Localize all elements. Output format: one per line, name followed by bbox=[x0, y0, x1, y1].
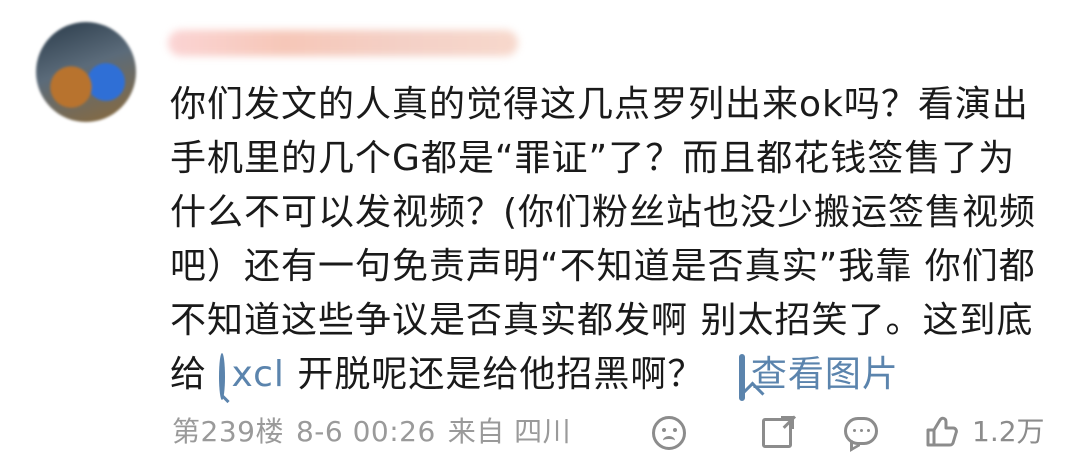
image-icon bbox=[738, 354, 745, 401]
comment-footer: 第239楼 8-6 00:26 来自 四川 1.2万 bbox=[172, 410, 1050, 454]
comment-meta: 第239楼 8-6 00:26 来自 四川 bbox=[172, 410, 583, 454]
topic-link-xcl[interactable]: xcl bbox=[219, 353, 285, 400]
topic-link-label: xcl bbox=[231, 354, 285, 395]
comment-text-tail: 开脱呢还是给他招黑啊？ bbox=[297, 354, 705, 395]
avatar[interactable] bbox=[36, 22, 136, 122]
comment-icon[interactable] bbox=[844, 417, 878, 445]
view-image-label: 查看图片 bbox=[750, 354, 899, 395]
thumbs-up-icon[interactable] bbox=[924, 415, 958, 449]
view-image-link[interactable]: 查看图片 bbox=[738, 354, 899, 401]
username-blurred[interactable] bbox=[168, 30, 518, 56]
comment-body: 你们发文的人真的觉得这几点罗列出来ok吗？看演出手机里的几个G都是“罪证”了？而… bbox=[170, 78, 1050, 405]
floor-number: 第239楼 bbox=[172, 415, 284, 448]
dislike-face-icon[interactable] bbox=[652, 416, 686, 450]
comment-text: 你们发文的人真的觉得这几点罗列出来ok吗？看演出手机里的几个G都是“罪证”了？而… bbox=[170, 84, 1037, 395]
share-icon[interactable] bbox=[762, 416, 794, 448]
search-icon bbox=[219, 353, 226, 400]
like-count: 1.2万 bbox=[972, 415, 1045, 448]
location: 来自 四川 bbox=[447, 415, 572, 448]
timestamp: 8-6 00:26 bbox=[295, 415, 436, 448]
